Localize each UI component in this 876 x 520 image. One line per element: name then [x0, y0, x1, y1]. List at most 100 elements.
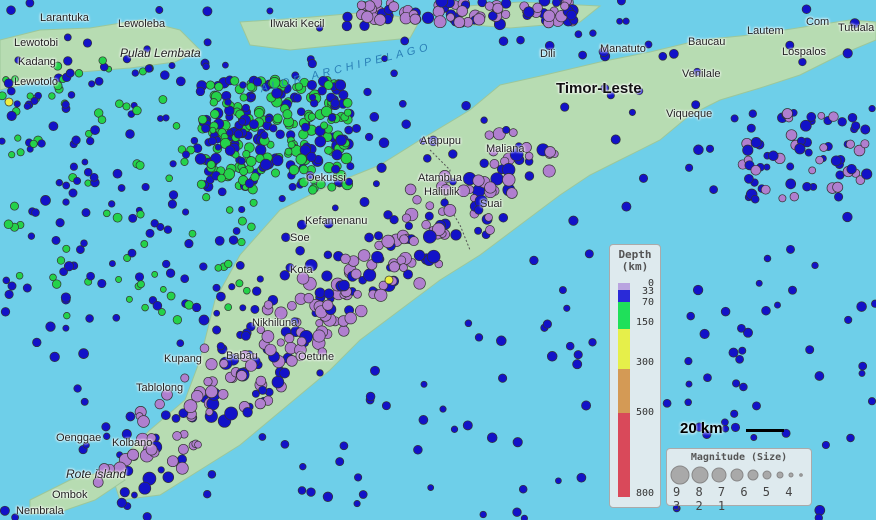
place-oetune: Oetune	[298, 351, 335, 363]
quake-marker	[828, 111, 839, 122]
quake-marker	[125, 129, 135, 139]
earthquake-map[interactable]: Larantuka Lewoleba Lewotobi Kadang Lewot…	[0, 0, 876, 520]
quake-marker	[241, 330, 251, 341]
quake-marker	[98, 56, 107, 65]
quake-marker	[563, 304, 571, 312]
quake-marker	[55, 179, 63, 187]
place-atapupu: Atapupu	[420, 135, 461, 147]
quake-marker	[480, 116, 488, 124]
quake-marker	[229, 76, 240, 86]
quake-marker	[158, 95, 168, 104]
quake-marker	[295, 153, 307, 165]
quake-marker	[572, 359, 583, 370]
quake-marker	[25, 0, 35, 8]
quake-marker	[88, 80, 96, 88]
quake-marker	[199, 343, 210, 354]
quake-marker	[175, 76, 186, 87]
quake-marker	[171, 414, 181, 423]
quake-marker	[357, 249, 371, 262]
quake-marker	[287, 300, 297, 311]
quake-marker	[160, 70, 170, 80]
quake-marker	[0, 137, 6, 145]
place-kolbano: Kolbano	[112, 437, 153, 449]
mag-circle-9	[670, 465, 690, 485]
quake-marker	[165, 268, 176, 278]
quake-marker	[842, 48, 853, 59]
quake-marker	[728, 347, 739, 358]
quake-marker	[730, 422, 741, 432]
quake-marker	[284, 147, 293, 156]
quake-marker	[232, 227, 241, 235]
quake-marker	[520, 514, 528, 520]
quake-marker	[861, 168, 873, 180]
quake-marker	[80, 397, 89, 406]
quake-marker	[172, 122, 181, 130]
quake-marker	[103, 209, 111, 218]
quake-marker	[552, 0, 561, 7]
quake-marker	[142, 512, 152, 520]
quake-marker	[413, 445, 423, 455]
quake-marker	[80, 239, 88, 247]
quake-marker	[344, 311, 357, 325]
quake-marker	[324, 146, 333, 155]
quake-marker	[369, 112, 380, 122]
depth-legend: Depth (km) 0 33 70 150 300 500 800	[609, 244, 661, 508]
quake-marker	[6, 5, 16, 15]
quake-marker	[372, 180, 380, 188]
quake-marker	[404, 183, 417, 196]
quake-marker	[212, 283, 221, 292]
quake-marker	[180, 373, 190, 383]
quake-marker	[484, 213, 493, 222]
place-kefamenanu: Kefamenanu	[305, 215, 368, 227]
quake-marker	[842, 211, 853, 223]
quake-marker	[353, 500, 361, 508]
quake-marker	[214, 264, 223, 272]
quake-marker	[484, 181, 497, 194]
quake-marker	[292, 93, 302, 103]
quake-marker	[162, 471, 175, 483]
quake-marker	[202, 193, 211, 202]
quake-marker	[6, 110, 17, 121]
quake-marker	[222, 61, 229, 69]
quake-marker	[228, 235, 239, 245]
quake-marker	[108, 200, 116, 208]
quake-marker	[802, 182, 812, 192]
quake-marker	[127, 248, 137, 258]
quake-marker	[0, 307, 11, 317]
quake-marker	[281, 232, 291, 242]
depth-tick-150: 150	[635, 317, 654, 328]
quake-marker	[486, 432, 498, 443]
quake-marker	[413, 249, 426, 262]
quake-marker	[260, 131, 269, 140]
quake-marker	[342, 98, 353, 108]
quake-marker	[299, 463, 307, 471]
quake-marker	[709, 185, 718, 194]
quake-marker	[180, 274, 190, 284]
quake-marker	[206, 160, 216, 169]
quake-marker	[16, 148, 25, 157]
quake-marker	[238, 205, 246, 214]
quake-marker	[116, 497, 127, 508]
quake-marker	[867, 397, 876, 406]
quake-marker	[794, 143, 806, 155]
quake-marker	[194, 440, 202, 449]
quake-marker	[738, 346, 747, 355]
quake-marker	[355, 304, 368, 318]
place-haliulik: Haliulik	[424, 186, 460, 198]
quake-marker	[7, 281, 17, 291]
quake-marker	[112, 212, 123, 223]
quake-marker	[156, 223, 165, 231]
quake-marker	[685, 380, 693, 388]
quake-marker	[127, 448, 140, 461]
quake-marker	[616, 17, 623, 25]
quake-marker	[801, 4, 812, 14]
quake-marker	[610, 134, 621, 145]
quake-marker	[401, 119, 411, 129]
quake-marker	[748, 109, 757, 118]
quake-marker	[249, 198, 258, 207]
quake-marker	[871, 299, 876, 308]
quake-marker	[157, 466, 165, 474]
quake-marker	[233, 129, 244, 139]
quake-marker	[261, 330, 275, 343]
quake-marker	[669, 48, 679, 59]
